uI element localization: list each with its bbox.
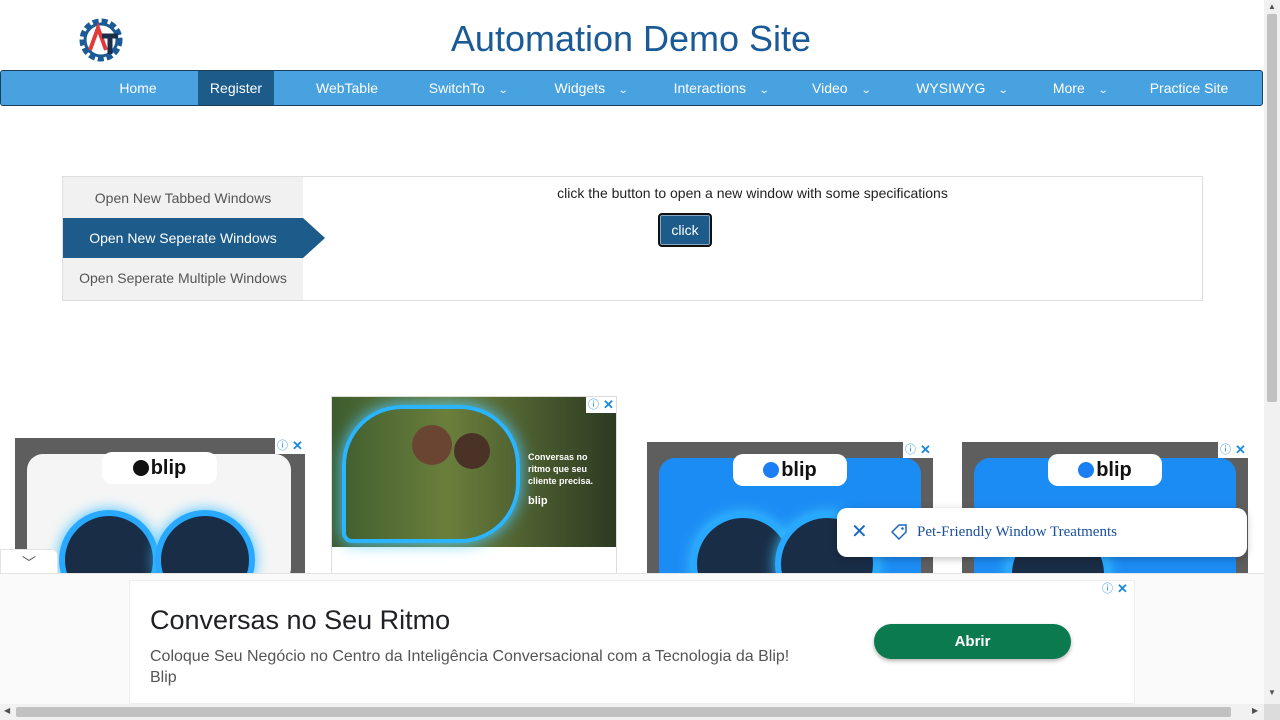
brand-text: blip <box>150 457 187 479</box>
chevron-down-icon: ⌄ <box>998 85 1010 96</box>
page-title: Automation Demo Site <box>450 18 812 59</box>
ad-info-icon[interactable]: ⓘ <box>275 438 290 454</box>
chevron-down-icon: ⌄ <box>1097 85 1109 96</box>
chevron-down-icon: ﹀ <box>22 555 36 571</box>
ad-cta-button[interactable]: Abrir <box>874 624 1071 659</box>
nav-label: Interactions <box>673 80 746 96</box>
bottom-ad-card[interactable]: Conversas no Seu Ritmo Coloque Seu Negóc… <box>129 580 1135 704</box>
scroll-right-arrow-icon[interactable]: ▶ <box>1252 706 1258 715</box>
main-navbar: Home Register WebTable SwitchTo ⌄ Widgets… <box>0 70 1263 106</box>
scrollbar-thumb[interactable] <box>16 707 1231 717</box>
nav-label: Home <box>119 80 157 96</box>
chevron-down-icon: ⌄ <box>617 85 629 96</box>
ad-brand: blip <box>528 495 548 507</box>
ad-choices[interactable]: ⓘ ✕ <box>1100 581 1130 597</box>
ad-info-icon[interactable]: ⓘ <box>903 442 918 458</box>
nav-label: More <box>1052 80 1085 96</box>
nav-video[interactable]: Video ⌄ <box>796 71 886 105</box>
side-tab-list: Open New Tabbed Windows Open New Seperat… <box>63 177 325 300</box>
ad-description: Coloque Seu Negócio no Centro da Intelig… <box>150 646 840 688</box>
nav-home[interactable]: Home <box>99 71 177 105</box>
ad-person <box>454 433 490 469</box>
blip-bubble-icon <box>132 460 149 476</box>
tag-icon <box>891 524 907 540</box>
chevron-down-icon: ⌄ <box>497 85 509 96</box>
nav-label: Register <box>209 80 263 96</box>
chevron-down-icon: ⌄ <box>860 85 872 96</box>
ad-close-icon[interactable]: ✕ <box>290 438 305 454</box>
nav-label: WebTable <box>315 80 378 96</box>
tab-open-new-tabbed-windows[interactable]: Open New Tabbed Windows <box>63 178 303 218</box>
tab-open-new-seperate-windows[interactable]: Open New Seperate Windows <box>63 218 325 258</box>
nav-wysiwyg[interactable]: WYSIWYG ⌄ <box>899 71 1025 105</box>
vertical-scrollbar[interactable]: ▲ ▼ <box>1264 0 1280 704</box>
ad-info-icon[interactable]: ⓘ <box>1100 581 1115 597</box>
tab-open-seperate-multiple-windows[interactable]: Open Seperate Multiple Windows <box>63 258 303 298</box>
chevron-down-icon: ⌄ <box>758 85 770 96</box>
popup-link-text[interactable]: Pet-Friendly Window Treatments <box>917 524 1117 541</box>
ad-advertiser: Blip <box>150 669 177 686</box>
open-window-button[interactable]: click <box>658 213 712 247</box>
ad-banner-1[interactable]: blip ⓘ ✕ <box>15 438 305 574</box>
ad-description-text: Coloque Seu Negócio no Centro da Intelig… <box>150 648 790 665</box>
ad-choices[interactable]: ⓘ ✕ <box>1218 442 1248 458</box>
ad-close-icon[interactable]: ✕ <box>601 397 616 413</box>
ad-info-icon[interactable]: ⓘ <box>1218 442 1233 458</box>
ad-banner-2[interactable]: Conversas no ritmo que seu cliente preci… <box>331 396 617 576</box>
nav-label: Practice Site <box>1149 80 1229 96</box>
scrollbar-corner <box>1264 704 1280 720</box>
ad-close-icon[interactable]: ✕ <box>1115 581 1130 597</box>
windows-tab-panel: Open New Tabbed Windows Open New Seperat… <box>62 176 1203 301</box>
ad-search-popup[interactable]: ✕ Pet-Friendly Window Treatments <box>837 508 1247 557</box>
bottom-anchor-ad: Conversas no Seu Ritmo Coloque Seu Negóc… <box>0 573 1264 705</box>
blip-bubble-icon <box>763 462 780 478</box>
scroll-left-arrow-icon[interactable]: ◀ <box>4 706 10 715</box>
brand-text: blip <box>781 459 817 481</box>
blip-logo: blip <box>733 454 847 486</box>
brand-text: blip <box>528 495 548 507</box>
ad-headline[interactable]: Conversas no Seu Ritmo <box>150 605 450 636</box>
tab-label: Open New Seperate Windows <box>89 230 277 246</box>
ad-choices[interactable]: ⓘ ✕ <box>903 442 933 458</box>
horizontal-scrollbar[interactable]: ◀ ▶ <box>0 704 1264 720</box>
nav-label: WYSIWYG <box>916 80 986 96</box>
ad-tagline: Conversas no ritmo que seu cliente preci… <box>528 452 594 486</box>
nav-interactions[interactable]: Interactions ⌄ <box>656 71 786 105</box>
active-tab-arrow-icon <box>303 218 325 258</box>
panel-instruction-text: click the button to open a new window wi… <box>557 185 948 201</box>
scroll-up-arrow-icon[interactable]: ▲ <box>1264 2 1280 11</box>
ad-choices[interactable]: ⓘ ✕ <box>275 438 305 454</box>
blip-bubble-icon <box>1078 462 1095 478</box>
ad-person <box>412 425 452 465</box>
nav-register[interactable]: Register <box>198 71 274 105</box>
blip-logo: blip <box>102 452 217 484</box>
scrollbar-thumb[interactable] <box>1267 14 1277 402</box>
blip-logo: blip <box>1048 454 1162 486</box>
nav-label: SwitchTo <box>428 80 485 96</box>
nav-switchto[interactable]: SwitchTo ⌄ <box>413 71 523 105</box>
nav-widgets[interactable]: Widgets ⌄ <box>536 71 646 105</box>
brand-text: blip <box>1096 459 1132 481</box>
nav-webtable[interactable]: WebTable <box>297 71 397 105</box>
nav-label: Widgets <box>554 80 606 96</box>
close-icon[interactable]: ✕ <box>851 522 868 542</box>
ad-close-icon[interactable]: ✕ <box>1233 442 1248 458</box>
ad-info-icon[interactable]: ⓘ <box>586 397 601 413</box>
nav-label: Video <box>812 80 848 96</box>
scroll-down-arrow-icon[interactable]: ▼ <box>1264 688 1280 697</box>
collapse-ad-button[interactable]: ﹀ <box>0 549 58 576</box>
ad-photo: Conversas no ritmo que seu cliente preci… <box>332 397 616 547</box>
ad-choices[interactable]: ⓘ ✕ <box>586 397 616 413</box>
ad-close-icon[interactable]: ✕ <box>918 442 933 458</box>
nav-more[interactable]: More ⌄ <box>1035 71 1125 105</box>
nav-practice-site[interactable]: Practice Site <box>1131 71 1247 105</box>
